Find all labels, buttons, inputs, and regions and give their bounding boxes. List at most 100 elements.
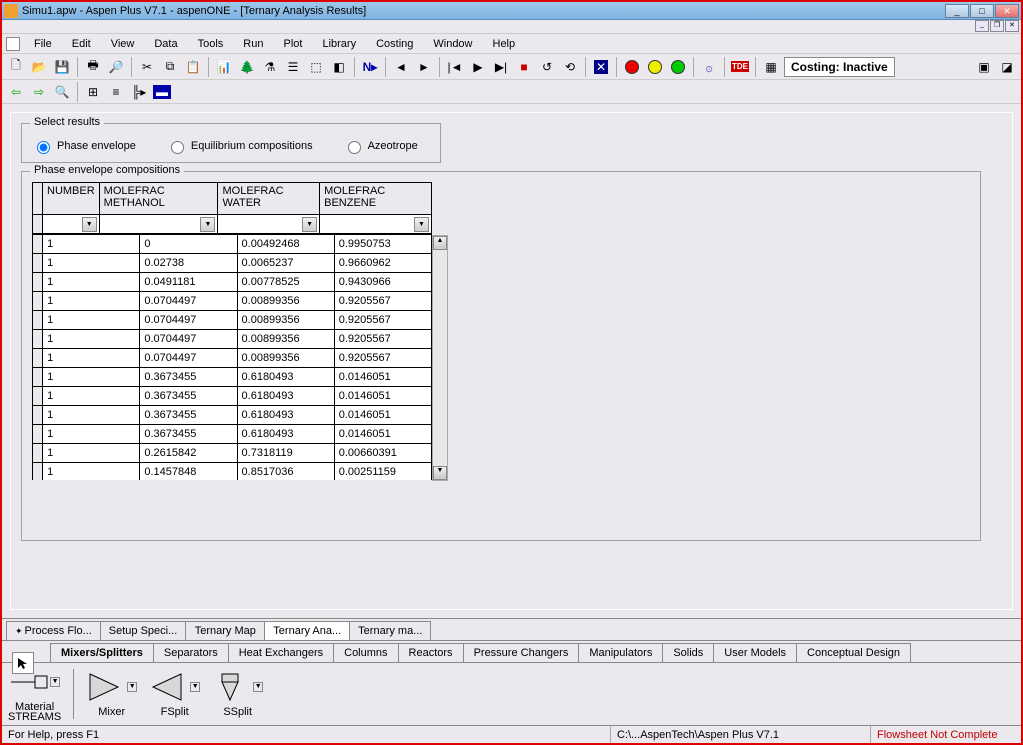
cell[interactable]: 1	[43, 330, 140, 349]
ptab-heat-exchangers[interactable]: Heat Exchangers	[228, 643, 334, 662]
cell[interactable]: 0.8517036	[237, 463, 334, 481]
grid-icon[interactable]: ▦	[761, 57, 781, 77]
col-benzene[interactable]: MOLEFRAC BENZENE	[320, 183, 432, 215]
minimize-button[interactable]: _	[945, 4, 969, 18]
table-row[interactable]: 10.07044970.008993560.9205567	[33, 330, 432, 349]
cell[interactable]: 0.0704497	[140, 349, 237, 368]
stop-icon[interactable]: ■	[514, 57, 534, 77]
new-icon[interactable]: 🗋	[6, 57, 26, 77]
cell[interactable]: 1	[43, 368, 140, 387]
close-button[interactable]: ✕	[995, 4, 1019, 18]
chevron-down-icon[interactable]: ▼	[82, 217, 97, 232]
chevron-down-icon[interactable]: ▼	[50, 677, 60, 687]
ptab-columns[interactable]: Columns	[333, 643, 398, 662]
cell[interactable]: 1	[43, 254, 140, 273]
print-icon[interactable]: 🖶	[83, 57, 103, 77]
cell[interactable]: 0.00899356	[237, 311, 334, 330]
analysis-icon[interactable]: ۞	[699, 57, 719, 77]
table-row[interactable]: 10.36734550.61804930.0146051	[33, 368, 432, 387]
cell[interactable]: 0.00899356	[237, 349, 334, 368]
filter-water[interactable]: ▼	[218, 215, 319, 233]
cell[interactable]: 0.0146051	[334, 368, 431, 387]
next-icon[interactable]: N▸	[360, 57, 380, 77]
ptab-user-models[interactable]: User Models	[713, 643, 797, 662]
col-methanol[interactable]: MOLEFRAC METHANOL	[99, 183, 218, 215]
cell[interactable]: 0.3673455	[140, 425, 237, 444]
tree-icon[interactable]: 🌲	[237, 57, 257, 77]
cell[interactable]: 0.9205567	[334, 349, 431, 368]
cell[interactable]: 1	[43, 463, 140, 481]
mdi-minimize-button[interactable]: _	[975, 20, 989, 32]
tab-ternary-ma[interactable]: Ternary ma...	[349, 621, 431, 640]
open-icon[interactable]: 📂	[29, 57, 49, 77]
cell[interactable]: 0.0704497	[140, 330, 237, 349]
table-row[interactable]: 10.027380.00652370.9660962	[33, 254, 432, 273]
scroll-up-icon[interactable]: ▲	[433, 236, 447, 250]
cell[interactable]: 0.3673455	[140, 406, 237, 425]
cell[interactable]: 0.6180493	[237, 387, 334, 406]
status-green-icon[interactable]	[668, 57, 688, 77]
col-water[interactable]: MOLEFRAC WATER	[218, 183, 320, 215]
cell[interactable]: 0.9430966	[334, 273, 431, 292]
cell[interactable]: 1	[43, 425, 140, 444]
chevron-down-icon[interactable]: ▼	[302, 217, 317, 232]
pointer-tool[interactable]	[12, 652, 34, 674]
cell[interactable]: 0.0704497	[140, 311, 237, 330]
menu-tools[interactable]: Tools	[188, 36, 234, 52]
view-tree-icon[interactable]: ⊞	[83, 82, 103, 102]
menu-library[interactable]: Library	[312, 36, 366, 52]
table-row[interactable]: 100.004924680.9950753	[33, 235, 432, 254]
tab-process-flowsheet[interactable]: ✦Process Flo...	[6, 621, 101, 640]
cell[interactable]: 0.00899356	[237, 330, 334, 349]
chevron-down-icon[interactable]: ▼	[414, 217, 429, 232]
cell[interactable]: 1	[43, 292, 140, 311]
cell[interactable]: 0.1457848	[140, 463, 237, 481]
cell[interactable]: 0.9205567	[334, 330, 431, 349]
tool2-icon[interactable]: ◧	[329, 57, 349, 77]
menu-run[interactable]: Run	[233, 36, 273, 52]
cell[interactable]: 0.00492468	[237, 235, 334, 254]
filter-methanol[interactable]: ▼	[100, 215, 218, 233]
mdi-restore-button[interactable]: ❐	[990, 20, 1004, 32]
ext2-icon[interactable]: ◪	[997, 57, 1017, 77]
first-icon[interactable]: |◄	[445, 57, 465, 77]
status-red-icon[interactable]	[622, 57, 642, 77]
cell[interactable]: 0.9660962	[334, 254, 431, 273]
menu-edit[interactable]: Edit	[62, 36, 101, 52]
cell[interactable]: 0.3673455	[140, 368, 237, 387]
cell[interactable]: 0.0146051	[334, 425, 431, 444]
radio-equilibrium-input[interactable]	[171, 141, 184, 154]
ptab-mixers[interactable]: Mixers/Splitters	[50, 643, 154, 662]
menu-file[interactable]: File	[24, 36, 62, 52]
filter-benzene[interactable]: ▼	[320, 215, 431, 233]
cell[interactable]: 1	[43, 273, 140, 292]
flowsheet-icon[interactable]: ╠▸	[129, 82, 149, 102]
tab-setup-spec[interactable]: Setup Speci...	[100, 621, 187, 640]
model-fsplit[interactable]: ▼ FSplit	[149, 670, 200, 718]
ptab-manipulators[interactable]: Manipulators	[578, 643, 663, 662]
paste-icon[interactable]: 📋	[183, 57, 203, 77]
chevron-down-icon[interactable]: ▼	[200, 217, 215, 232]
cell[interactable]: 0.6180493	[237, 425, 334, 444]
table-row[interactable]: 10.36734550.61804930.0146051	[33, 387, 432, 406]
cell[interactable]: 0.9205567	[334, 311, 431, 330]
cell[interactable]: 1	[43, 311, 140, 330]
chevron-down-icon[interactable]: ▼	[127, 682, 137, 692]
menu-plot[interactable]: Plot	[273, 36, 312, 52]
table-row[interactable]: 10.04911810.007785250.9430966	[33, 273, 432, 292]
cell[interactable]: 1	[43, 235, 140, 254]
cell[interactable]: 0	[140, 235, 237, 254]
ext1-icon[interactable]: ▣	[974, 57, 994, 77]
cell[interactable]: 0.0146051	[334, 387, 431, 406]
model-mixer[interactable]: ▼ Mixer	[86, 670, 137, 718]
step-icon[interactable]: ▶|	[491, 57, 511, 77]
vertical-scrollbar[interactable]: ▲ ▼	[432, 235, 448, 481]
tab-ternary-analysis[interactable]: Ternary Ana...	[264, 621, 350, 640]
radio-azeotrope[interactable]: Azeotrope	[343, 138, 418, 154]
table-row[interactable]: 10.07044970.008993560.9205567	[33, 349, 432, 368]
col-number[interactable]: NUMBER	[43, 183, 100, 215]
cell[interactable]: 0.6180493	[237, 368, 334, 387]
cell[interactable]: 0.6180493	[237, 406, 334, 425]
cell[interactable]: 0.0146051	[334, 406, 431, 425]
chart-icon[interactable]: 📊	[214, 57, 234, 77]
